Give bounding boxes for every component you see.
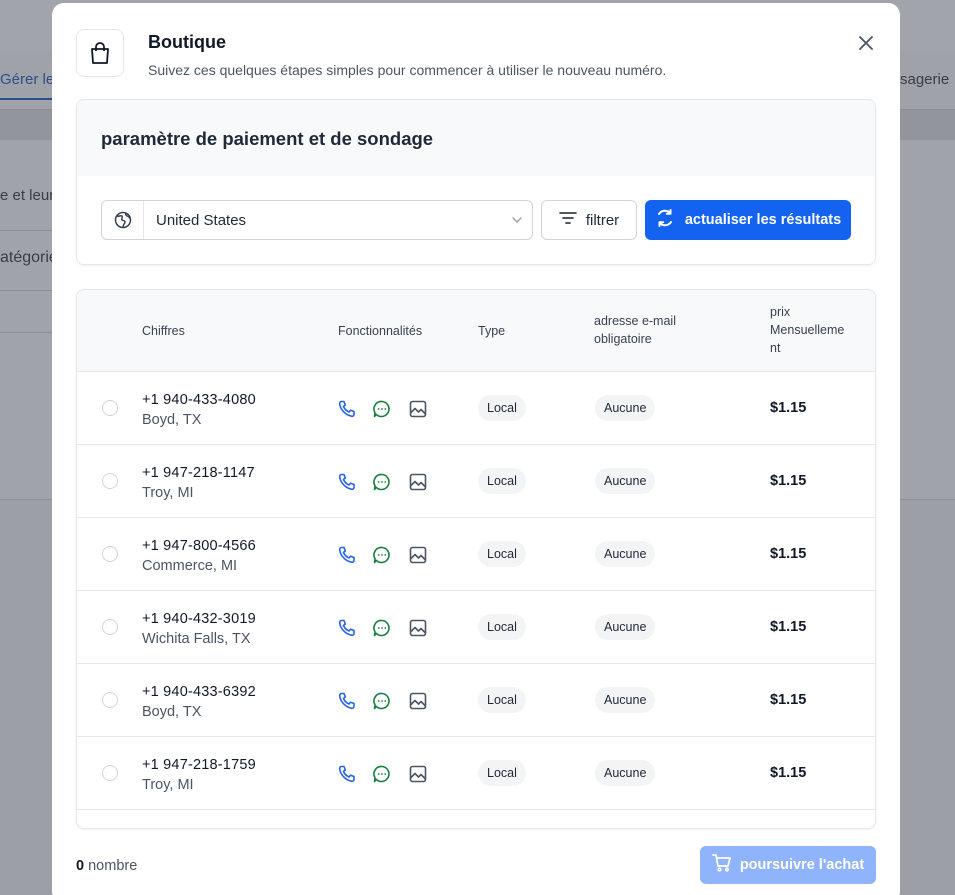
background-text: atégorie <box>0 249 58 266</box>
phone-number: +1 940-433-4080 <box>142 392 256 408</box>
header-monthly-price: prix Mensuelleme nt <box>770 305 845 355</box>
type-badge: Local <box>478 468 526 494</box>
type-badge: Local <box>478 687 526 713</box>
phone-number: +1 940-433-6392 <box>142 684 256 700</box>
email-required-badge: Aucune <box>595 687 656 713</box>
phone-location: Troy, MI <box>142 485 194 501</box>
header-features: Fonctionnalités <box>338 324 423 338</box>
filter-button[interactable]: filtrer <box>541 200 637 240</box>
type-badge: Local <box>478 541 526 567</box>
email-required-badge: Aucune <box>595 395 656 421</box>
table-row[interactable]: +1 947-218-1147 Troy, MI Local Aucune $1… <box>77 445 875 518</box>
monthly-price: $1.15 <box>770 619 807 635</box>
message-icon <box>372 691 392 711</box>
numbers-table: Chiffres Fonctionnalités Type adresse e-… <box>76 289 876 829</box>
phone-icon <box>337 618 357 638</box>
row-radio[interactable] <box>102 692 118 708</box>
type-badge: Local <box>478 614 526 640</box>
phone-icon <box>337 399 357 419</box>
message-icon <box>372 618 392 638</box>
image-icon <box>408 764 428 784</box>
phone-number: +1 947-800-4566 <box>142 538 256 554</box>
filter-label: filtrer <box>585 211 620 229</box>
phone-icon <box>337 545 357 565</box>
image-icon <box>408 399 428 419</box>
refresh-results-button[interactable]: actualiser les résultats <box>645 200 851 240</box>
email-required-badge: Aucune <box>595 468 656 494</box>
phone-icon <box>337 764 357 784</box>
country-value: United States <box>156 211 247 229</box>
row-radio[interactable] <box>102 765 118 781</box>
phone-location: Commerce, MI <box>142 558 238 574</box>
filter-icon <box>558 211 577 229</box>
continue-purchase-button[interactable]: poursuivre l'achat <box>700 846 876 884</box>
image-icon <box>408 472 428 492</box>
phone-icon <box>337 472 357 492</box>
shop-modal: Boutique Suivez ces quelques étapes simp… <box>52 3 900 895</box>
country-select[interactable]: United States <box>101 200 533 240</box>
row-radio[interactable] <box>102 400 118 416</box>
background-tab-right: sagerie <box>900 71 950 88</box>
refresh-icon <box>655 208 675 232</box>
image-icon <box>408 618 428 638</box>
row-radio[interactable] <box>102 473 118 489</box>
message-icon <box>372 764 392 784</box>
image-icon <box>408 691 428 711</box>
payment-settings-card: paramètre de paiement et de sondage Unit… <box>76 99 876 265</box>
header-type: Type <box>478 324 506 338</box>
email-required-badge: Aucune <box>595 541 656 567</box>
close-icon[interactable] <box>855 32 877 54</box>
table-row[interactable]: +1 940-432-3019 Wichita Falls, TX Local … <box>77 591 875 664</box>
table-row[interactable]: +1 947-218-1759 Troy, MI Local Aucune $1… <box>77 737 875 810</box>
selected-count: 0 nombre <box>76 858 137 874</box>
modal-subtitle: Suivez ces quelques étapes simples pour … <box>148 62 667 78</box>
modal-title: Boutique <box>148 32 226 52</box>
row-radio[interactable] <box>102 546 118 562</box>
cart-icon <box>711 854 732 876</box>
phone-location: Wichita Falls, TX <box>142 631 251 647</box>
type-badge: Local <box>478 395 526 421</box>
table-row[interactable]: +1 947-800-4566 Commerce, MI Local Aucun… <box>77 518 875 591</box>
shopping-bag-icon <box>76 29 124 77</box>
header-email-required: adresse e-mail obligatoire <box>594 314 676 346</box>
monthly-price: $1.15 <box>770 400 807 416</box>
chevron-down-icon <box>502 216 532 224</box>
phone-number: +1 947-218-1759 <box>142 757 256 773</box>
phone-number: +1 947-218-1147 <box>142 465 255 481</box>
email-required-badge: Aucune <box>595 760 656 786</box>
monthly-price: $1.15 <box>770 546 807 562</box>
table-header: Chiffres Fonctionnalités Type adresse e-… <box>77 290 875 372</box>
selected-count-label: nombre <box>88 858 138 874</box>
globe-icon <box>102 201 144 239</box>
table-row[interactable]: +1 940-433-4080 Boyd, TX Local Aucune $1… <box>77 372 875 445</box>
phone-number: +1 940-432-3019 <box>142 611 256 627</box>
header-numbers: Chiffres <box>142 324 185 338</box>
monthly-price: $1.15 <box>770 765 807 781</box>
phone-location: Boyd, TX <box>142 412 202 428</box>
refresh-label: actualiser les résultats <box>684 212 842 228</box>
monthly-price: $1.15 <box>770 473 807 489</box>
message-icon <box>372 545 392 565</box>
email-required-badge: Aucune <box>595 614 656 640</box>
type-badge: Local <box>478 760 526 786</box>
selected-count-value: 0 <box>76 858 85 874</box>
phone-icon <box>337 691 357 711</box>
row-radio[interactable] <box>102 619 118 635</box>
continue-purchase-label: poursuivre l'achat <box>739 857 865 873</box>
message-icon <box>372 399 392 419</box>
phone-location: Boyd, TX <box>142 704 202 720</box>
table-row[interactable]: +1 940-433-6392 Boyd, TX Local Aucune $1… <box>77 664 875 737</box>
message-icon <box>372 472 392 492</box>
image-icon <box>408 545 428 565</box>
settings-heading: paramètre de paiement et de sondage <box>77 100 875 176</box>
phone-location: Troy, MI <box>142 777 194 793</box>
monthly-price: $1.15 <box>770 692 807 708</box>
